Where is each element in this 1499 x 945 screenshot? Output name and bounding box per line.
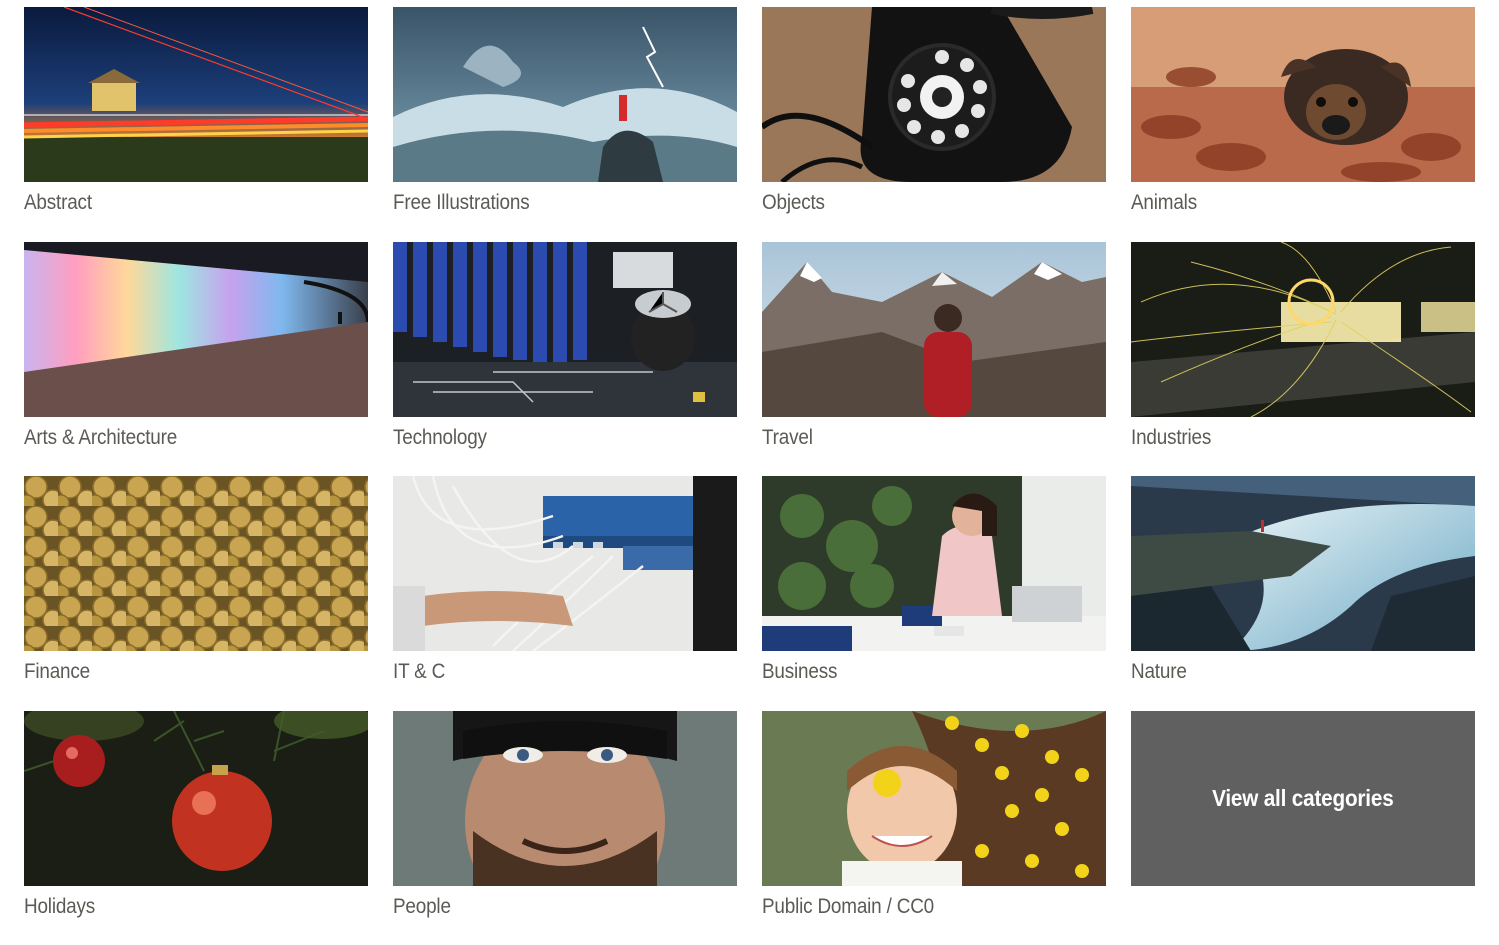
category-label: Travel [762,426,1072,450]
category-label: IT & C [393,660,703,684]
category-label: Nature [1131,660,1441,684]
category-image-industries [1131,242,1475,417]
category-label: Technology [393,426,703,450]
view-all-categories-label: View all categories [1212,785,1393,812]
category-tile-arts-architecture[interactable]: Arts & Architecture [24,242,368,477]
category-image-holidays [24,711,368,886]
category-tile-public-domain[interactable]: Public Domain / CC0 [762,711,1106,945]
category-tile-animals[interactable]: Animals [1131,7,1475,242]
category-label: Public Domain / CC0 [762,895,1072,919]
category-tile-finance[interactable]: Finance [24,476,368,711]
view-all-categories-tile[interactable]: View all categories [1131,711,1475,945]
category-tile-people[interactable]: People [393,711,737,945]
category-label: Arts & Architecture [24,426,334,450]
category-label: Objects [762,191,1072,215]
category-image-nature [1131,476,1475,651]
category-image-abstract [24,7,368,182]
category-tile-nature[interactable]: Nature [1131,476,1475,711]
category-tile-technology[interactable]: Technology [393,242,737,477]
category-grid: Abstract Free Illustrations [24,7,1475,945]
category-image-business [762,476,1106,651]
category-image-arts-architecture [24,242,368,417]
category-label: Abstract [24,191,334,215]
category-label: Holidays [24,895,334,919]
category-image-it-c [393,476,737,651]
category-label: Animals [1131,191,1441,215]
category-image-animals [1131,7,1475,182]
category-tile-objects[interactable]: Objects [762,7,1106,242]
category-label: Free Illustrations [393,191,703,215]
category-tile-it-c[interactable]: IT & C [393,476,737,711]
category-image-technology [393,242,737,417]
category-label: Finance [24,660,334,684]
category-label: People [393,895,703,919]
category-image-public-domain [762,711,1106,886]
category-tile-holidays[interactable]: Holidays [24,711,368,945]
category-tile-business[interactable]: Business [762,476,1106,711]
category-label: Business [762,660,1072,684]
category-image-free-illustrations [393,7,737,182]
category-image-travel [762,242,1106,417]
category-label: Industries [1131,426,1441,450]
category-image-objects [762,7,1106,182]
category-tile-industries[interactable]: Industries [1131,242,1475,477]
category-tile-abstract[interactable]: Abstract [24,7,368,242]
category-image-finance [24,476,368,651]
category-tile-travel[interactable]: Travel [762,242,1106,477]
view-all-categories-button[interactable]: View all categories [1131,711,1475,886]
category-image-people [393,711,737,886]
category-tile-free-illustrations[interactable]: Free Illustrations [393,7,737,242]
